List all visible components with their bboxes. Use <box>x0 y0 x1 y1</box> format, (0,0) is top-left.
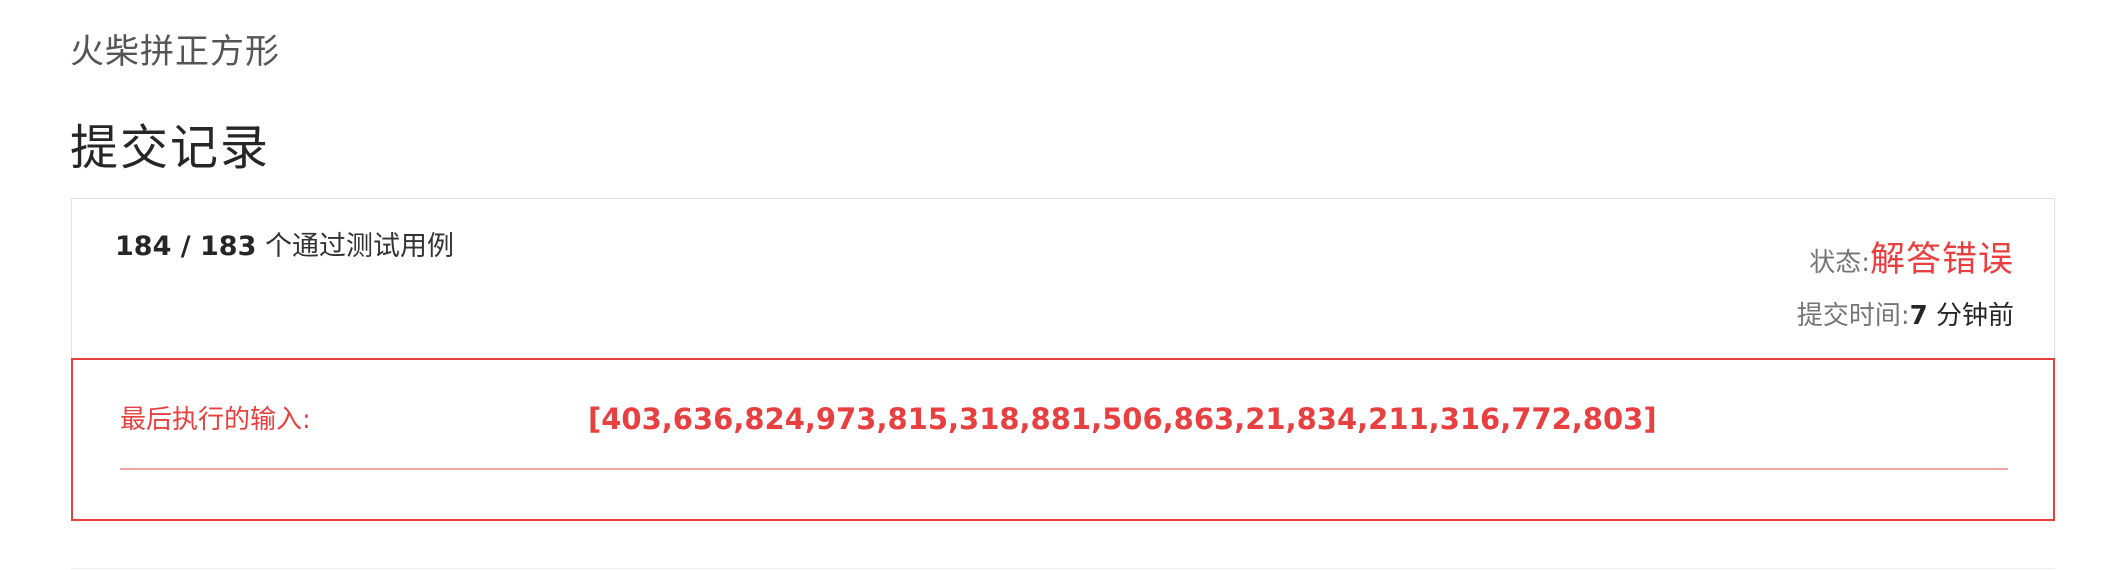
last-input-divider <box>120 468 2008 470</box>
submit-time-number: 7 <box>1909 301 1928 331</box>
section-title: 提交记录 <box>70 120 271 176</box>
submit-time-unit: 分钟前 <box>1935 301 2014 331</box>
last-input-value[interactable]: [403,636,824,973,815,318,881,506,863,21,… <box>588 400 1657 438</box>
problem-title[interactable]: 火柴拼正方形 <box>70 30 280 74</box>
test-cases-count: 184 / 183 <box>115 231 257 262</box>
status-label: 状态: <box>1809 248 1870 278</box>
page-divider <box>71 568 2055 569</box>
last-input-label: 最后执行的输入: <box>120 405 311 435</box>
submit-time-label: 提交时间: <box>1796 301 1910 331</box>
status-line: 状态: 解答错误 <box>1809 231 2014 282</box>
submission-page: 火柴拼正方形 提交记录 184 / 183 个通过测试用例 状态: 解答错误 提… <box>0 0 2110 570</box>
status-badge: 解答错误 <box>1869 240 2014 280</box>
submit-time-line: 提交时间: 7 分钟前 <box>1797 295 2014 332</box>
last-input-box: 最后执行的输入: [403,636,824,973,815,318,881,50… <box>71 358 2055 521</box>
test-cases-label: 个通过测试用例 <box>264 231 454 262</box>
submit-time-value: 7 分钟前 <box>1910 295 2014 332</box>
test-cases-summary: 184 / 183 个通过测试用例 <box>115 229 454 265</box>
submission-summary-card: 184 / 183 个通过测试用例 状态: 解答错误 提交时间: 7 分钟前 <box>71 198 2055 358</box>
